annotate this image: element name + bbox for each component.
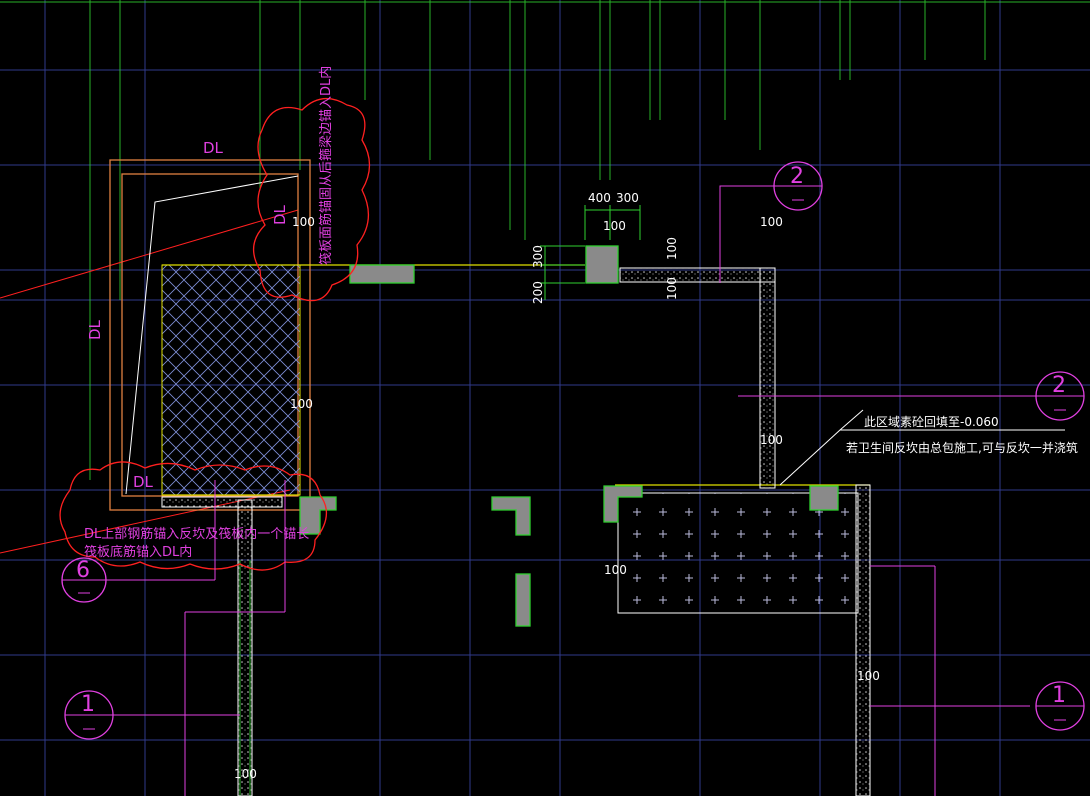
note-kerb: 若卫生间反坎由总包施工,可与反坎一并浇筑: [846, 440, 1078, 455]
axis-marker-6-left: 6: [61, 557, 107, 603]
axis-number-1-right: 1: [1052, 683, 1066, 708]
dim-100-f: 100: [760, 433, 783, 447]
concrete-fill-area: [618, 493, 858, 613]
dim-300: 300: [616, 191, 639, 205]
dl-label-top: DL: [203, 139, 224, 157]
axis-marker-1-left: 1: [64, 690, 114, 740]
dim-300-vert: 300: [531, 245, 545, 268]
axis-marker-2-top: 2: [773, 161, 823, 211]
dim-100-i: 100: [234, 767, 257, 781]
axis-marker-2-right: 2: [1035, 371, 1085, 421]
dim-100-d: 100: [760, 215, 783, 229]
dim-100-c: 100: [665, 277, 679, 300]
dim-100-e: 100: [290, 397, 313, 411]
dim-100-h: 100: [857, 669, 880, 683]
axis-number-2-right: 2: [1052, 373, 1066, 398]
axis-number-1-left: 1: [81, 692, 95, 717]
dl-label-left: DL: [86, 319, 104, 340]
dim-400: 400: [588, 191, 611, 205]
dim-100-a: 100: [292, 215, 315, 229]
dim-200-vert: 200: [531, 281, 545, 304]
note-cloud-bottom-2: 筏板底筋锚入DL内: [84, 544, 192, 560]
dim-100-top: 100: [603, 219, 626, 233]
axis-marker-1-right: 1: [1035, 681, 1085, 731]
axis-number-6-left: 6: [76, 558, 90, 583]
dim-100-g: 100: [604, 563, 627, 577]
dl-label-bottom: DL: [133, 473, 154, 491]
dl-label-slanted: DL: [271, 204, 289, 225]
note-cloud-bottom-1: DL上部钢筋锚入反坎及筏板内一个锚长: [84, 526, 309, 542]
note-fill: 此区域素砼回填至-0.060: [864, 415, 999, 429]
raft-hatched-area: [161, 264, 301, 496]
cad-drawing-canvas: DL DL DL DL 400 300 100 300 200 100 100 …: [0, 0, 1090, 796]
axis-number-2-top: 2: [790, 164, 804, 189]
dim-100-b: 100: [665, 237, 679, 260]
note-cloud-top: 筏板面筋锚固从后箍梁边锚入DL内: [318, 66, 334, 265]
